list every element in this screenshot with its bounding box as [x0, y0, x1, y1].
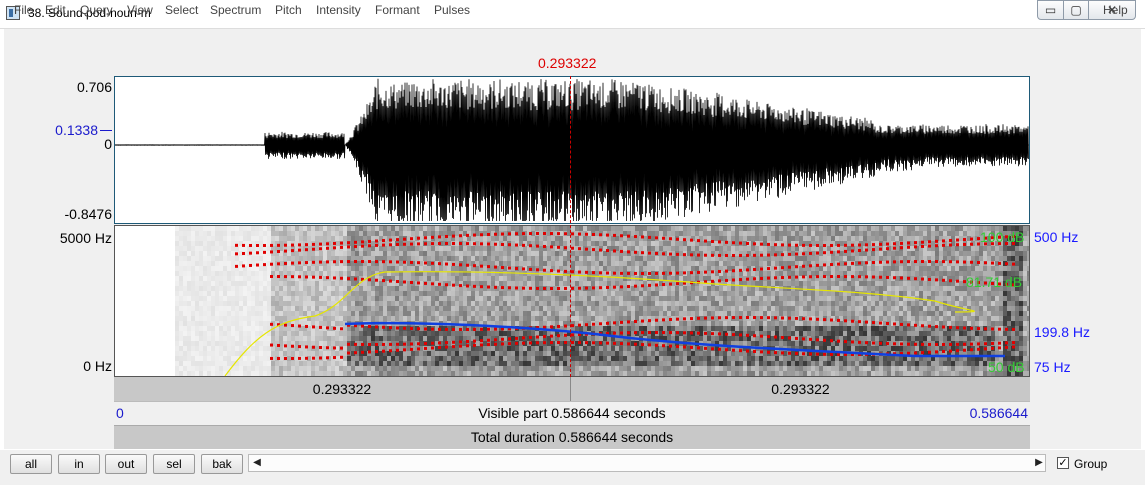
- zoom-selection-button[interactable]: sel: [153, 454, 195, 474]
- waveform-ymin-label: -0.8476: [64, 206, 112, 222]
- menu-pulses[interactable]: Pulses: [434, 3, 470, 17]
- menu-edit[interactable]: Edit: [45, 3, 66, 17]
- total-duration-label: Total duration 0.586644 seconds: [470, 429, 674, 445]
- waveform-plot: [115, 78, 1029, 222]
- horizontal-scrollbar[interactable]: [248, 454, 1046, 472]
- scroll-left-arrow[interactable]: ◀: [250, 454, 264, 472]
- visible-end-label: 0.586644: [969, 405, 1028, 421]
- cursor-line: [570, 76, 571, 377]
- menu-file[interactable]: File: [14, 3, 33, 17]
- zoom-back-button[interactable]: bak: [201, 454, 243, 474]
- selection-right-duration[interactable]: 0.293322: [571, 381, 1030, 397]
- pitch-top-label: 500 Hz: [1034, 229, 1079, 245]
- zoom-out-button[interactable]: out: [105, 454, 147, 474]
- zoom-in-button[interactable]: in: [58, 454, 100, 474]
- selection-left-duration[interactable]: 0.293322: [114, 381, 570, 397]
- cursor-time-label: 0.293322: [538, 55, 597, 71]
- menu-help[interactable]: Help: [1103, 3, 1128, 17]
- maximize-button[interactable]: ▢: [1063, 0, 1089, 20]
- spectrogram-freq-top-label: 5000 Hz: [59, 230, 112, 246]
- menu-bar: [4, 29, 1141, 49]
- waveform-marker-tick: [100, 130, 112, 131]
- scroll-right-arrow[interactable]: ▶: [1032, 454, 1046, 472]
- menu-pitch[interactable]: Pitch: [275, 3, 302, 17]
- total-duration-bar[interactable]: Total duration 0.586644 seconds: [114, 425, 1030, 449]
- selection-bar[interactable]: 0.293322 0.293322: [114, 377, 1030, 401]
- pitch-value-label: 199.8 Hz: [1034, 324, 1091, 340]
- spectrogram-panel[interactable]: [114, 225, 1030, 377]
- minimize-button[interactable]: ▭: [1037, 0, 1064, 20]
- waveform-panel[interactable]: [114, 76, 1030, 224]
- menu-query[interactable]: Query: [80, 3, 113, 17]
- waveform-trace: [115, 78, 1029, 222]
- menu-select[interactable]: Select: [165, 3, 198, 17]
- visible-part-label: Visible part 0.586644 seconds: [478, 405, 666, 421]
- pitch-bottom-label: 75 Hz: [1034, 359, 1071, 375]
- waveform-zero-label: 0: [104, 136, 112, 152]
- menu-spectrum[interactable]: Spectrum: [210, 3, 261, 17]
- menu-intensity[interactable]: Intensity: [316, 3, 361, 17]
- zoom-all-button[interactable]: all: [10, 454, 52, 474]
- intensity-top-label: 100 dB: [980, 229, 1025, 245]
- intensity-value-label: 81.71 dB: [966, 274, 1023, 290]
- menu-view[interactable]: View: [127, 3, 153, 17]
- waveform-ymax-label: 0.706: [76, 79, 112, 95]
- group-checkbox[interactable]: ✓: [1057, 457, 1069, 469]
- group-label: Group: [1074, 457, 1108, 471]
- menu-formant[interactable]: Formant: [375, 3, 420, 17]
- intensity-bottom-label: 50 dB: [988, 359, 1025, 375]
- visible-part-bar[interactable]: 0 Visible part 0.586644 seconds 0.586644: [114, 401, 1030, 425]
- spectrogram-plot: [175, 226, 1029, 376]
- spectrogram-freq-bottom-label: 0 Hz: [83, 358, 112, 374]
